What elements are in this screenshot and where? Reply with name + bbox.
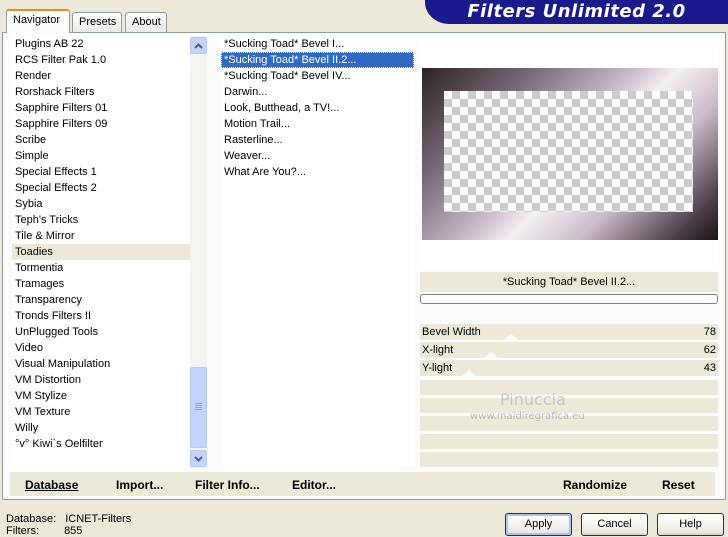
tab-presets[interactable]: Presets [72,12,122,32]
category-item[interactable]: Scribe [12,132,190,148]
filter-item[interactable]: *Sucking Toad* Bevel II.2... [221,52,414,68]
chevron-down-icon [194,455,203,462]
category-item[interactable]: UnPlugged Tools [12,324,190,340]
category-item[interactable]: Video [12,340,190,356]
category-item[interactable]: Tronds Filters II [12,308,190,324]
category-item[interactable]: Sybia [12,196,190,212]
category-item[interactable]: Visual Manipulation [12,356,190,372]
category-item[interactable]: Tile & Mirror [12,228,190,244]
filter-info-button[interactable]: Filter Info... [195,478,260,492]
slider-value: 78 [703,326,716,338]
category-item[interactable]: Render [12,68,190,84]
category-item[interactable]: Plugins AB 22 [12,36,190,52]
logo-text: Filters Unlimited 2.0 [467,1,686,22]
empty-slider-row [420,434,718,449]
tab-about[interactable]: About [125,12,167,32]
scroll-thumb[interactable] [190,367,207,448]
filter-item[interactable]: *Sucking Toad* Bevel IV... [221,68,414,84]
category-item[interactable]: Special Effects 1 [12,164,190,180]
category-item[interactable]: Special Effects 2 [12,180,190,196]
transparency-checkerboard [444,91,693,212]
parameter-sliders: Bevel Width 78 X-light 62 Y-light 43 [420,324,718,467]
status-database: Database: ICNET-Filters [6,513,131,525]
slider-y-light[interactable]: Y-light 43 [420,360,718,378]
editor-button[interactable]: Editor... [292,478,336,492]
cancel-button[interactable]: Cancel [581,513,648,536]
category-item[interactable]: RCS Filter Pak 1.0 [12,52,190,68]
category-item[interactable]: Sapphire Filters 09 [12,116,190,132]
bottom-toolbar: Database Import... Filter Info... Editor… [10,472,715,496]
chevron-up-icon [194,42,203,49]
empty-slider-row [420,380,718,395]
reset-button[interactable]: Reset [662,478,695,492]
status-database-label: Database: [6,513,57,525]
preview-image [422,68,718,240]
current-filter-name: *Sucking Toad* Bevel II.2... [420,272,718,292]
slider-x-light[interactable]: X-light 62 [420,342,718,360]
import-button[interactable]: Import... [116,478,163,492]
filter-item[interactable]: What Are You?... [221,164,414,180]
progress-bar [420,294,718,304]
filter-item[interactable]: Look, Butthead, a TV!... [221,100,414,116]
filter-item[interactable]: Weaver... [221,148,414,164]
category-list[interactable]: Plugins AB 22 RCS Filter Pak 1.0 Render Ror… [12,36,190,466]
slider-label: Bevel Width [422,326,481,338]
category-item[interactable]: Toadies [12,244,190,260]
scroll-up-button[interactable] [190,37,207,54]
filter-item[interactable]: *Sucking Toad* Bevel I... [221,36,414,52]
slider-label: Y-light [422,362,453,374]
slider-thumb[interactable] [460,370,478,378]
watermark-url: www.maidiregrafica.eu [470,411,585,422]
filter-item[interactable]: Darwin... [221,84,414,100]
database-button[interactable]: Database [25,478,78,492]
slider-value: 43 [703,362,716,374]
apply-button[interactable]: Apply [505,513,572,536]
category-item[interactable]: VM Stylize [12,388,190,404]
category-item[interactable]: °v° Kiwi`s Oelfilter [12,436,190,452]
help-button[interactable]: Help [657,513,724,536]
filter-item[interactable]: Rasterline... [221,132,414,148]
watermark-name: Pinuccia [500,390,566,409]
status-filters-value: 855 [64,525,83,537]
category-item[interactable]: Sapphire Filters 01 [12,100,190,116]
status-filters: Filters: 855 [6,525,82,537]
category-item[interactable]: Transparency [12,292,190,308]
slider-value: 62 [703,344,716,356]
filter-item[interactable]: Motion Trail... [221,116,414,132]
category-item[interactable]: VM Texture [12,404,190,420]
category-item[interactable]: Teph's Tricks [12,212,190,228]
status-filters-label: Filters: [6,525,39,537]
category-scrollbar[interactable] [190,36,207,468]
empty-slider-row [420,452,718,467]
filter-list[interactable]: *Sucking Toad* Bevel I... *Sucking Toad* … [221,36,414,466]
scroll-down-button[interactable] [190,450,207,467]
status-database-value: ICNET-Filters [65,513,132,525]
category-item[interactable]: Simple [12,148,190,164]
randomize-button[interactable]: Randomize [563,478,627,492]
slider-thumb[interactable] [502,334,520,342]
category-item[interactable]: Tormentia [12,260,190,276]
filters-unlimited-logo: Filters Unlimited 2.0 [425,0,728,24]
category-item[interactable]: Willy [12,420,190,436]
slider-bevel-width[interactable]: Bevel Width 78 [420,324,718,342]
slider-thumb[interactable] [482,352,500,360]
category-item[interactable]: VM Distortion [12,372,190,388]
category-item[interactable]: Rorshack Filters [12,84,190,100]
category-item[interactable]: Tramages [12,276,190,292]
tab-navigator[interactable]: Navigator [6,9,70,33]
slider-label: X-light [422,344,454,356]
